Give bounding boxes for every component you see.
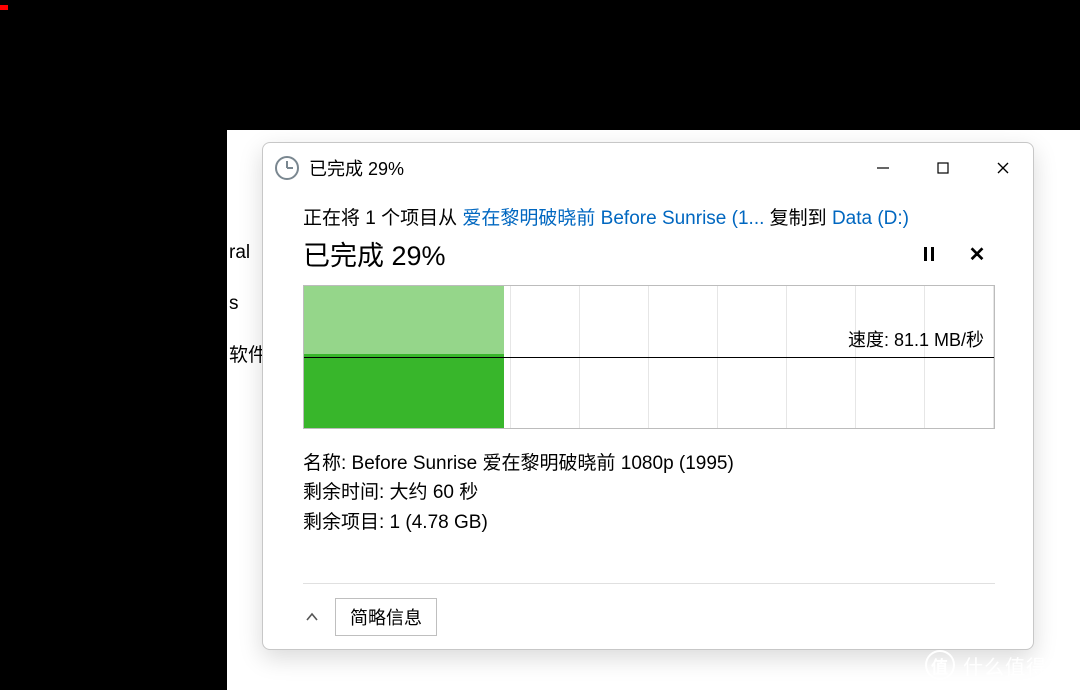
titlebar[interactable]: 已完成 29% (263, 143, 1033, 193)
watermark: 值 什么值得买 (925, 650, 1068, 680)
chart-upper-area (304, 286, 504, 357)
collapse-toggle[interactable] (303, 608, 321, 626)
copy-description: 正在将 1 个项目从 爱在黎明破晓前 Before Sunrise (1... … (303, 203, 995, 230)
chart-lower-area (304, 357, 504, 428)
red-indicator (0, 5, 8, 10)
chevron-up-icon (304, 609, 320, 625)
watermark-badge: 值 (925, 650, 955, 680)
detail-time-remaining: 剩余时间: 大约 60 秒 (303, 478, 995, 507)
bg-text-fragment: s (229, 293, 239, 315)
pause-button[interactable] (911, 241, 947, 267)
close-icon (996, 161, 1010, 175)
dialog-content: 正在将 1 个项目从 爱在黎明破晓前 Before Sunrise (1... … (263, 193, 1033, 649)
dialog-footer: 简略信息 (303, 583, 995, 649)
progress-header-row: 已完成 29% ✕ (303, 234, 995, 273)
window-controls (853, 143, 1033, 193)
cancel-icon: ✕ (969, 244, 986, 266)
fewer-details-button[interactable]: 简略信息 (335, 598, 437, 636)
maximize-icon (936, 161, 950, 175)
details-block: 名称: Before Sunrise 爱在黎明破晓前 1080p (1995) … (303, 449, 995, 537)
bg-text-fragment: ral (229, 242, 250, 264)
clock-icon (275, 156, 299, 180)
pause-icon (924, 246, 934, 262)
maximize-button[interactable] (913, 143, 973, 193)
speed-chart: 速度: 81.1 MB/秒 (303, 285, 995, 429)
chart-midline (304, 357, 994, 358)
minimize-button[interactable] (853, 143, 913, 193)
progress-status: 已完成 29% (303, 234, 899, 273)
cancel-button[interactable]: ✕ (959, 241, 995, 267)
source-folder-link[interactable]: 爱在黎明破晓前 Before Sunrise (1... (462, 208, 764, 229)
copy-prefix: 正在将 1 个项目从 (303, 208, 462, 229)
minimize-icon (876, 161, 890, 175)
detail-name: 名称: Before Sunrise 爱在黎明破晓前 1080p (1995) (303, 449, 995, 478)
detail-items-remaining: 剩余项目: 1 (4.78 GB) (303, 508, 995, 537)
copy-progress-dialog: 已完成 29% 正在将 1 个项目从 爱在黎明破晓前 Before Sunris… (262, 142, 1034, 650)
speed-label: 速度: 81.1 MB/秒 (846, 326, 986, 352)
copy-mid: 复制到 (764, 208, 832, 229)
close-button[interactable] (973, 143, 1033, 193)
watermark-text: 什么值得买 (963, 651, 1068, 680)
window-title: 已完成 29% (309, 155, 404, 181)
destination-link[interactable]: Data (D:) (832, 208, 909, 229)
